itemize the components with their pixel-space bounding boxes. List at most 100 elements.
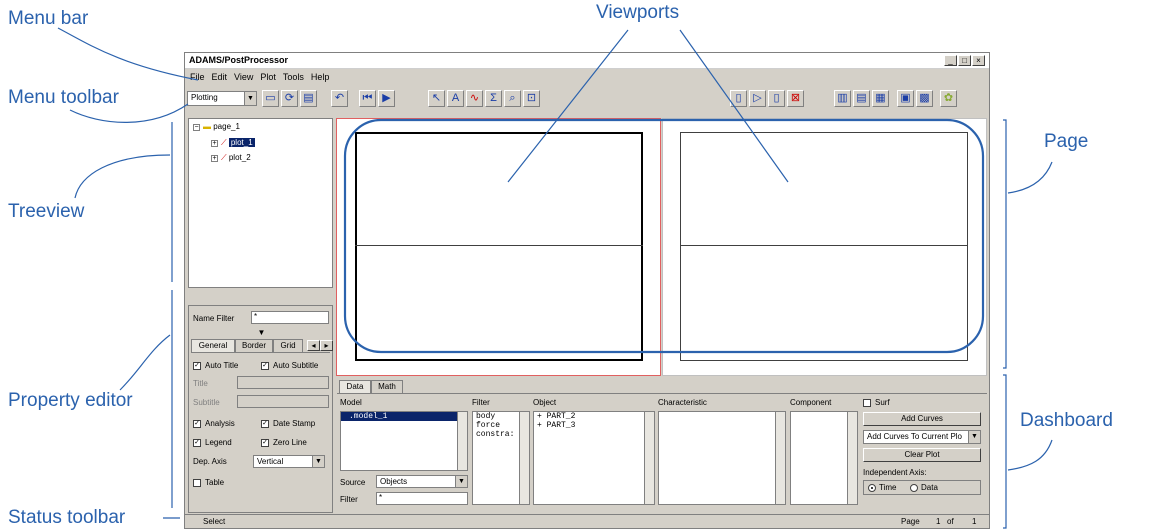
next-page-icon[interactable]: ▷: [749, 90, 766, 107]
menu-plot[interactable]: Plot: [260, 72, 276, 86]
tab-data[interactable]: Data: [339, 380, 371, 393]
menu-edit[interactable]: Edit: [212, 72, 228, 86]
play-icon[interactable]: ▶: [378, 90, 395, 107]
tab-scroll-right-icon[interactable]: ▸: [320, 340, 333, 351]
text-icon[interactable]: A: [447, 90, 464, 107]
maximize-button[interactable]: □: [958, 55, 971, 66]
component-list[interactable]: [790, 411, 858, 505]
date-stamp-checkbox[interactable]: ✓ Date Stamp: [261, 419, 315, 428]
tab-general[interactable]: General: [191, 339, 235, 352]
settings-icon[interactable]: ✿: [940, 90, 957, 107]
tree-root[interactable]: − ▬ page_1: [193, 122, 240, 131]
expand-icon[interactable]: +: [211, 140, 218, 147]
plot-divider-2: [680, 245, 968, 246]
surf-checkbox[interactable]: Surf: [863, 398, 890, 407]
scrollbar[interactable]: [775, 412, 785, 504]
name-filter-input[interactable]: *: [251, 311, 329, 324]
layout4-icon[interactable]: ▣: [897, 90, 914, 107]
object-item[interactable]: + PART_3: [534, 421, 654, 430]
legend-checkbox[interactable]: ✓ Legend: [193, 438, 232, 447]
tab-scroll-left-icon[interactable]: ◂: [307, 340, 320, 351]
data-radio[interactable]: Data: [910, 483, 938, 492]
fit-icon[interactable]: ⊡: [523, 90, 540, 107]
model-item[interactable]: .model_1: [341, 412, 457, 421]
dashboard-bracket: [1003, 374, 1007, 529]
zoom-icon[interactable]: ⌕: [504, 90, 521, 107]
viewport-1[interactable]: [336, 118, 661, 376]
expand-icon[interactable]: +: [211, 155, 218, 162]
collapse-arrow-icon[interactable]: ▼: [189, 328, 334, 337]
close-button[interactable]: ×: [972, 55, 985, 66]
viewport-2[interactable]: [662, 118, 987, 376]
open-icon[interactable]: ▭: [262, 90, 279, 107]
filter-input[interactable]: *: [376, 492, 468, 505]
dep-axis-select[interactable]: Vertical ▼: [253, 455, 325, 468]
scrollbar[interactable]: [847, 412, 857, 504]
scrollbar[interactable]: [644, 412, 654, 504]
name-filter-label: Name Filter: [193, 314, 235, 323]
tab-border[interactable]: Border: [235, 339, 273, 352]
menu-bar-leader: [57, 27, 199, 81]
menu-tools[interactable]: Tools: [283, 72, 304, 86]
tab-grid[interactable]: Grid: [273, 339, 303, 352]
independent-axis-group: Time Data: [863, 480, 981, 495]
filter-input-label: Filter: [340, 495, 358, 504]
clear-plot-button[interactable]: Clear Plot: [863, 448, 981, 462]
layout3-icon[interactable]: ▦: [872, 90, 889, 107]
layout5-icon[interactable]: ▩: [916, 90, 933, 107]
add-curves-button[interactable]: Add Curves: [863, 412, 981, 426]
new-page-icon[interactable]: ▯: [730, 90, 747, 107]
minimize-button[interactable]: _: [944, 55, 957, 66]
layout1-icon[interactable]: ▥: [834, 90, 851, 107]
characteristic-label: Characteristic: [658, 398, 707, 407]
auto-title-checkbox[interactable]: ✓ Auto Title: [193, 361, 238, 370]
menu-bar: File Edit View Plot Tools Help: [185, 72, 329, 86]
subtitle-input[interactable]: [237, 395, 329, 408]
layout2-icon[interactable]: ▤: [853, 90, 870, 107]
zero-line-label: Zero Line: [273, 438, 307, 447]
tree-item-label: plot_1: [228, 138, 255, 147]
mode-select[interactable]: Plotting ▼: [187, 91, 257, 106]
print-icon[interactable]: ▤: [300, 90, 317, 107]
reload-icon[interactable]: ⟳: [281, 90, 298, 107]
title-input[interactable]: [237, 376, 329, 389]
menu-help[interactable]: Help: [311, 72, 330, 86]
time-radio[interactable]: Time: [868, 483, 896, 492]
collapse-icon[interactable]: −: [193, 124, 200, 131]
tree-item-plot-2[interactable]: + ⟋ plot_2: [211, 153, 251, 163]
date-stamp-label: Date Stamp: [273, 419, 316, 428]
title-bar: ADAMS/PostProcessor _ □ ×: [185, 53, 989, 69]
page-icon[interactable]: ▯: [768, 90, 785, 107]
undo-icon[interactable]: ↶: [331, 90, 348, 107]
scrollbar[interactable]: [519, 412, 529, 504]
characteristic-list[interactable]: [658, 411, 786, 505]
source-value: Objects: [380, 477, 408, 486]
chevron-down-icon: ▼: [968, 431, 980, 443]
add-mode-value: Add Curves To Current Plo: [867, 432, 963, 441]
source-select[interactable]: Objects ▼: [376, 475, 468, 488]
menu-view[interactable]: View: [234, 72, 253, 86]
zero-line-checkbox[interactable]: ✓ Zero Line: [261, 438, 307, 447]
filter-list[interactable]: body force constra:: [472, 411, 530, 505]
tab-math[interactable]: Math: [371, 380, 403, 393]
delete-page-icon[interactable]: ⊠: [787, 90, 804, 107]
scrollbar[interactable]: [457, 412, 467, 470]
object-list[interactable]: + PART_2 + PART_3: [533, 411, 655, 505]
tree-item-plot-1[interactable]: + ⟋ plot_1: [211, 138, 255, 148]
menu-file[interactable]: File: [190, 72, 205, 86]
first-frame-icon[interactable]: ⏮: [359, 90, 376, 107]
object-item[interactable]: + PART_2: [534, 412, 654, 421]
auto-subtitle-checkbox[interactable]: ✓ Auto Subtitle: [261, 361, 318, 370]
dashboard-leader: [1007, 439, 1053, 471]
curve-icon[interactable]: ∿: [466, 90, 483, 107]
table-checkbox[interactable]: Table: [193, 478, 224, 487]
math-icon[interactable]: Σ: [485, 90, 502, 107]
add-mode-select[interactable]: Add Curves To Current Plo ▼: [863, 430, 981, 444]
analysis-checkbox[interactable]: ✓ Analysis: [193, 419, 235, 428]
model-list[interactable]: .model_1: [340, 411, 468, 471]
property-editor-callout: Property editor: [8, 390, 133, 411]
time-label: Time: [879, 483, 897, 492]
independent-axis-label: Independent Axis:: [863, 468, 927, 477]
select-icon[interactable]: ↖: [428, 90, 445, 107]
plot-icon: ⟋: [221, 138, 227, 147]
